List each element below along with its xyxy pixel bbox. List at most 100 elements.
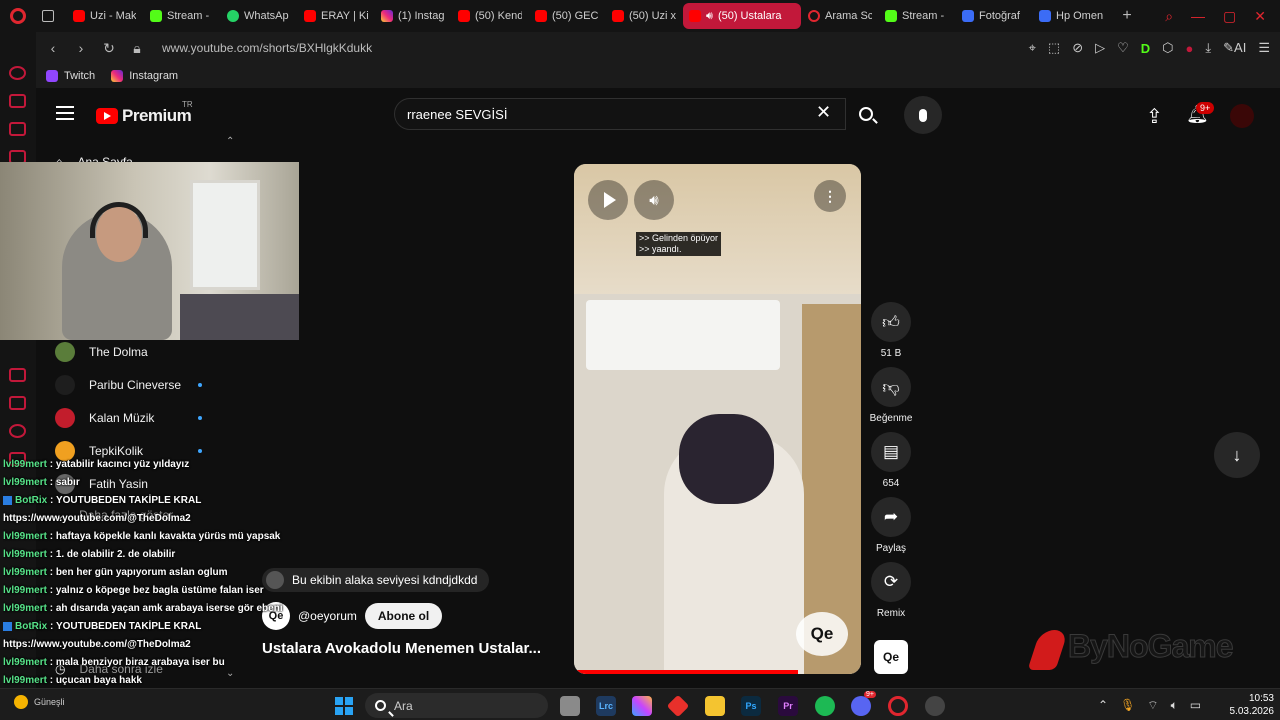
guide-channel-item[interactable]: The Dolma [55,342,148,362]
browser-tab[interactable]: Hp Omen [1033,3,1109,29]
browser-tab[interactable]: (50) GEC [529,3,605,29]
tab-audio-icon[interactable]: 🔊︎ [706,10,713,23]
ai-button[interactable]: ✎AI [1223,40,1246,56]
copilot-icon[interactable] [632,696,652,716]
opera-menu-icon[interactable] [0,0,36,32]
volume-button[interactable]: 🔊︎ [634,180,674,220]
playback-progress[interactable] [574,670,798,674]
clear-search-icon[interactable]: ✕ [816,102,831,123]
share-action[interactable]: ➦ Paylaş [871,497,911,554]
bookmark-instagram[interactable]: Instagram [111,70,178,82]
voice-search-button[interactable] [904,96,942,134]
speaker-icon[interactable]: 🔈︎ [1171,698,1178,713]
thumbs-up-icon[interactable]: 👍︎ [871,302,911,342]
browser-tab[interactable]: Stream - [879,3,955,29]
profile-extension-icon[interactable]: ● [1186,41,1194,56]
pin-icon[interactable]: ⌖ [1029,40,1036,56]
channel-handle[interactable]: @oeyorum [298,609,357,623]
taskbar-clock[interactable]: 10:53 5.03.2026 [1214,692,1275,718]
spotify-icon[interactable] [815,696,835,716]
play-button[interactable] [588,180,628,220]
tray-overflow-icon[interactable]: ⌃ [1098,698,1108,712]
player-icon[interactable]: ▷ [1095,40,1105,56]
start-button[interactable] [335,697,353,715]
remix-action[interactable]: ⟳ Remix [871,562,911,619]
more-options-button[interactable]: ⋮ [814,180,846,212]
taskbar-search[interactable]: Ara [365,693,548,718]
search-tabs-icon[interactable]: ⌕ [1165,8,1173,25]
task-view-icon[interactable] [560,696,580,716]
browser-tab[interactable]: (1) Instag [375,3,451,29]
guide-channel-item[interactable]: Paribu Cineverse [55,375,202,395]
microphone-tray-icon[interactable]: 🎙︎ [1120,698,1135,712]
browser-tab[interactable]: ERAY | Ki [298,3,374,29]
workspace-icon[interactable] [9,94,26,108]
browser-tab[interactable]: Fotoğraf [956,3,1032,29]
back-icon[interactable]: ‹ [42,40,64,56]
subscribe-button[interactable]: Abone ol [364,603,443,629]
maximize-icon[interactable]: ▢ [1223,8,1236,25]
upload-icon[interactable]: ⇪ [1146,104,1163,129]
remix-icon[interactable]: ⟳ [871,562,911,602]
account-avatar[interactable] [1230,104,1254,128]
chat-text: yatabilir kacıncı yüz yıldayız [55,459,190,470]
browser-tab[interactable]: WhatsAp [221,3,297,29]
youtube-logo[interactable]: Premium [96,106,192,126]
favorite-icon[interactable]: ♡ [1117,40,1129,56]
guide-scroll-up-icon[interactable]: ⌃ [226,136,234,147]
chat-text: https://www.youtube.com/@TheDolma2 [3,639,191,650]
pinboard-icon[interactable] [9,396,26,410]
share-icon[interactable]: ➦ [871,497,911,537]
browser-tab[interactable]: 🔊︎ (50) Ustalara [683,3,801,29]
opera-taskbar-icon[interactable] [888,696,908,716]
obs-icon[interactable] [925,696,945,716]
messenger-icon[interactable] [9,122,26,136]
like-action[interactable]: 👍︎ 51 B [871,302,911,359]
short-title[interactable]: Ustalara Avokadolu Menemen Ustalar... [262,640,541,657]
search-button[interactable] [846,98,886,130]
browser-tab[interactable]: (50) Uzi x [606,3,682,29]
battery-icon[interactable]: ▭ [1190,698,1201,712]
browser-tab[interactable]: Stream - [144,3,220,29]
guide-channel-item[interactable]: Kalan Müzik [55,408,202,428]
url-field[interactable]: www.youtube.com/shorts/BXHlgkKdukk [162,41,372,55]
reload-icon[interactable]: ↻ [98,40,120,57]
anydesk-icon[interactable] [666,694,690,718]
adblock-icon[interactable]: ⊘ [1072,40,1083,56]
history-icon[interactable] [9,424,26,438]
premiere-icon[interactable]: Pr [778,696,798,716]
file-explorer-icon[interactable] [705,696,725,716]
browser-tab[interactable]: Uzi - Mak [67,3,143,29]
thumbs-down-icon[interactable]: 👎︎ [871,367,911,407]
shorts-player[interactable]: 🔊︎ ⋮ >> Gelinden öpüyor >> yaandı. Qe [574,164,861,674]
snapshot-icon[interactable]: ⬚ [1048,40,1060,56]
download-icon[interactable]: ⤓ [1205,40,1211,56]
bookmark-twitch[interactable]: Twitch [46,70,95,82]
dislike-action[interactable]: 👎︎ Beğenme [870,367,912,424]
minimize-icon[interactable]: — [1191,8,1205,24]
menu-icon[interactable]: ☰ [1258,40,1270,56]
extensions-icon[interactable]: ⬡ [1162,40,1173,56]
extension-d-icon[interactable]: D [1141,41,1150,56]
new-tab-button[interactable]: + [1116,7,1138,25]
aria-icon[interactable] [9,66,26,80]
chat-message: BotRix : YOUTUBEDEN TAKİPLE KRAL [3,618,303,636]
weather-widget[interactable]: Güneşli [14,695,65,709]
browser-tab[interactable] [36,3,66,29]
wifi-icon[interactable]: ⌔ [1147,698,1158,713]
forward-icon[interactable]: › [70,40,92,56]
comments-action[interactable]: ▤ 654 [871,432,911,489]
guide-menu-icon[interactable] [56,106,74,120]
browser-tab[interactable]: (50) Kend [452,3,528,29]
discord-icon[interactable] [851,696,871,716]
browser-tab[interactable]: Arama Sc [802,3,878,29]
sound-thumbnail[interactable]: Qe [874,640,908,674]
next-short-button[interactable]: ↓ [1214,432,1260,478]
search-input[interactable]: rraenee SEVGİSİ [394,98,846,130]
close-window-icon[interactable]: ✕ [1254,8,1266,25]
music-icon[interactable] [9,368,26,382]
logo-text: Premium [122,106,192,125]
comment-icon[interactable]: ▤ [871,432,911,472]
lightroom-icon[interactable]: Lrc [596,696,616,716]
photoshop-icon[interactable]: Ps [741,696,761,716]
